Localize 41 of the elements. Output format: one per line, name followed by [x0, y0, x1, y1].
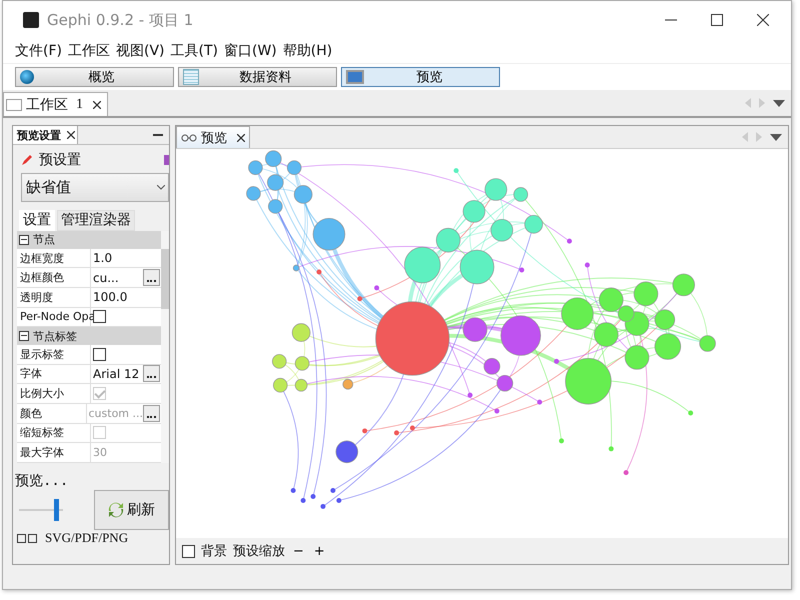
workspace-tab[interactable]: 工作区 1 [3, 92, 108, 116]
property-name: 比例大小 [17, 384, 91, 403]
property-value[interactable]: 1.0 [93, 251, 112, 266]
settings-tab[interactable]: 管理渲染器 [57, 210, 135, 231]
property-name: 边框颜色 [17, 268, 91, 287]
property-name: 显示标签 [17, 345, 91, 364]
perspective-button[interactable]: 数据资料 [178, 67, 337, 87]
preset-zoom-label: 预设缩放 [233, 543, 285, 560]
background-label: 背景 [201, 543, 227, 560]
menu-item[interactable]: 帮助(H) [282, 42, 332, 60]
zoom-out-button[interactable]: − [291, 544, 306, 558]
property-name: 透明度 [17, 288, 91, 307]
property-name: 最大字体 [17, 443, 91, 462]
property-group-header[interactable]: 节点标签 [17, 327, 161, 345]
menu-item[interactable]: 窗口(W) [224, 42, 277, 60]
preset-dropdown[interactable]: 缺省值 [21, 173, 169, 202]
property-name: 字体 [17, 364, 91, 384]
preset-label: 预设置 [39, 151, 82, 169]
perspective-button[interactable]: 概览 [15, 67, 174, 87]
zoom-in-button[interactable]: + [312, 544, 327, 558]
property-name: 边框宽度 [17, 248, 91, 268]
menu-item[interactable]: 视图(V) [116, 42, 164, 60]
window-title: Gephi 0.9.2 - 项目 1 [47, 10, 194, 30]
settings-tab[interactable]: 设置 [19, 210, 55, 231]
preview-label: 预览... [14, 472, 70, 490]
property-value: custom ... [88, 406, 143, 420]
property-value: 30 [93, 446, 107, 460]
menu-item[interactable]: 工作区 [68, 42, 110, 60]
property-value[interactable]: cu... [93, 270, 119, 285]
menu-item[interactable]: 文件(F) [15, 42, 62, 60]
refresh-button[interactable]: 刷新 [94, 490, 169, 530]
property-name: 缩短标签 [17, 424, 91, 442]
property-value[interactable]: 100.0 [93, 290, 128, 304]
property-name: 颜色 [17, 404, 86, 423]
preview-tab[interactable]: 预览 [176, 126, 250, 148]
property-group-header[interactable]: 节点 [17, 231, 161, 249]
property-value[interactable]: Arial 12 [93, 366, 140, 381]
menu-item[interactable]: 工具(T) [170, 42, 218, 60]
panel-tab[interactable]: 预览设置 [13, 126, 78, 144]
perspective-button[interactable]: 预览 [341, 67, 500, 87]
export-formats-label: SVG/PDF/PNG [45, 530, 128, 546]
